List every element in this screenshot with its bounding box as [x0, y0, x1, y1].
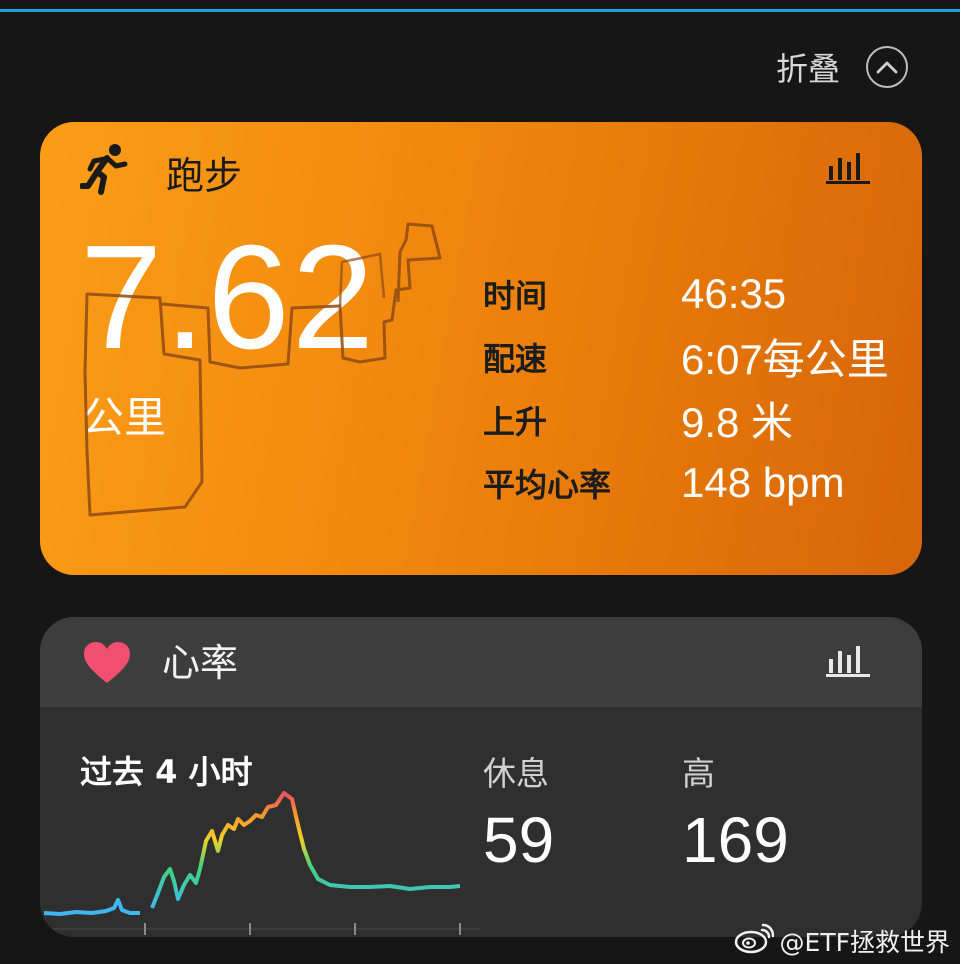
chevron-up-icon[interactable] — [866, 46, 908, 88]
stat-value: 9.8 米 — [681, 399, 794, 446]
heart-rate-card[interactable]: 心率 过去 4 小时 休息 59 高 169 — [40, 617, 922, 937]
stat-label: 上升 — [483, 402, 548, 441]
resting-hr-label: 休息 — [483, 754, 549, 793]
heart-rate-sparkline — [40, 791, 480, 935]
running-activity-card[interactable]: 跑步 7.62 公里 时间 46:35 配速 6:07每公里 上升 9.8 米 — [40, 122, 922, 575]
collapse-label: 折叠 — [775, 50, 840, 88]
top-accent-line — [0, 9, 960, 12]
run-card-header: 跑步 — [79, 142, 243, 202]
high-hr-value: 169 — [682, 804, 789, 876]
stat-label: 平均心率 — [483, 465, 612, 504]
stat-row-pace: 配速 6:07每公里 — [483, 325, 903, 388]
bar-chart-icon[interactable] — [826, 643, 870, 681]
heart-icon — [82, 641, 132, 689]
resting-hr-value: 59 — [483, 804, 555, 876]
high-hr-label: 高 — [682, 754, 715, 793]
stat-row-avg-hr: 平均心率 148 bpm — [483, 451, 903, 514]
stat-row-ascent: 上升 9.8 米 — [483, 388, 903, 451]
stat-label: 配速 — [483, 339, 548, 378]
stat-label: 时间 — [483, 276, 548, 315]
stat-value: 148 bpm — [681, 458, 845, 506]
distance-unit: 公里 — [82, 393, 167, 442]
watermark: @ETF拯救世界 — [734, 922, 950, 960]
weibo-logo-icon — [734, 922, 774, 960]
bar-chart-icon[interactable] — [826, 150, 870, 188]
heart-rate-title: 心率 — [162, 641, 239, 685]
distance-value: 7.62 — [80, 215, 377, 380]
running-person-icon — [79, 142, 130, 202]
run-card-title: 跑步 — [166, 153, 243, 198]
run-stats: 时间 46:35 配速 6:07每公里 上升 9.8 米 平均心率 148 bp… — [483, 262, 903, 514]
collapse-control[interactable]: 折叠 — [776, 42, 908, 92]
stat-value: 46:35 — [681, 269, 787, 317]
watermark-text: @ETF拯救世界 — [779, 928, 950, 957]
stat-row-time: 时间 46:35 — [483, 262, 903, 325]
stat-value: 6:07每公里 — [681, 336, 889, 383]
